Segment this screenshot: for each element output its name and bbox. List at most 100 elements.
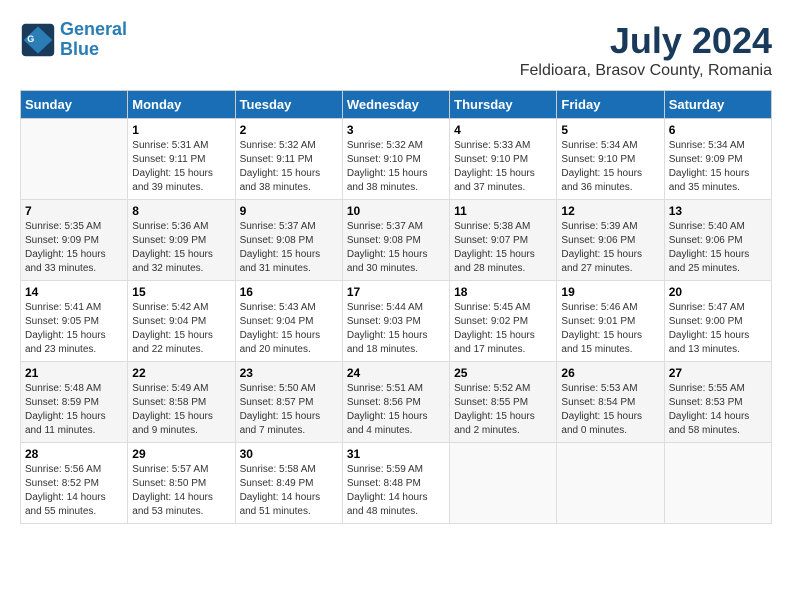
calendar-cell [664, 443, 771, 524]
day-number: 18 [454, 285, 552, 299]
calendar-cell: 4 Sunrise: 5:33 AM Sunset: 9:10 PM Daylig… [450, 119, 557, 200]
calendar-cell: 27 Sunrise: 5:55 AM Sunset: 8:53 PM Dayli… [664, 362, 771, 443]
day-info: Sunrise: 5:37 AM Sunset: 9:08 PM Dayligh… [347, 220, 445, 276]
col-saturday: Saturday [664, 91, 771, 119]
day-number: 30 [240, 447, 338, 461]
day-number: 15 [132, 285, 230, 299]
calendar-cell: 21Sunrise: 5:48 AM Sunset: 8:59 PM Dayli… [21, 362, 128, 443]
day-info: Sunrise: 5:58 AM Sunset: 8:49 PM Dayligh… [240, 463, 338, 519]
day-info: Sunrise: 5:55 AM Sunset: 8:53 PM Dayligh… [669, 382, 767, 438]
day-number: 23 [240, 366, 338, 380]
day-info: Sunrise: 5:56 AM Sunset: 8:52 PM Dayligh… [25, 463, 123, 519]
day-number: 9 [240, 204, 338, 218]
day-number: 22 [132, 366, 230, 380]
day-number: 4 [454, 123, 552, 137]
day-info: Sunrise: 5:52 AM Sunset: 8:55 PM Dayligh… [454, 382, 552, 438]
calendar-week-1: 1 Sunrise: 5:31 AM Sunset: 9:11 PM Daylig… [21, 119, 772, 200]
calendar-cell: 2 Sunrise: 5:32 AM Sunset: 9:11 PM Daylig… [235, 119, 342, 200]
col-monday: Monday [128, 91, 235, 119]
calendar-cell: 16Sunrise: 5:43 AM Sunset: 9:04 PM Dayli… [235, 281, 342, 362]
logo: G General Blue [20, 20, 127, 60]
logo-icon: G [20, 22, 56, 58]
day-number: 2 [240, 123, 338, 137]
calendar-cell: 29Sunrise: 5:57 AM Sunset: 8:50 PM Dayli… [128, 443, 235, 524]
day-info: Sunrise: 5:32 AM Sunset: 9:11 PM Dayligh… [240, 139, 338, 195]
day-number: 24 [347, 366, 445, 380]
calendar-body: 1 Sunrise: 5:31 AM Sunset: 9:11 PM Daylig… [21, 119, 772, 524]
day-info: Sunrise: 5:39 AM Sunset: 9:06 PM Dayligh… [561, 220, 659, 276]
col-sunday: Sunday [21, 91, 128, 119]
day-number: 7 [25, 204, 123, 218]
calendar-cell: 26 Sunrise: 5:53 AM Sunset: 8:54 PM Dayli… [557, 362, 664, 443]
calendar-cell: 8 Sunrise: 5:36 AM Sunset: 9:09 PM Daylig… [128, 200, 235, 281]
day-info: Sunrise: 5:53 AM Sunset: 8:54 PM Dayligh… [561, 382, 659, 438]
calendar-week-3: 14Sunrise: 5:41 AM Sunset: 9:05 PM Dayli… [21, 281, 772, 362]
day-info: Sunrise: 5:43 AM Sunset: 9:04 PM Dayligh… [240, 301, 338, 357]
day-number: 28 [25, 447, 123, 461]
day-number: 6 [669, 123, 767, 137]
day-info: Sunrise: 5:35 AM Sunset: 9:09 PM Dayligh… [25, 220, 123, 276]
day-number: 31 [347, 447, 445, 461]
day-number: 27 [669, 366, 767, 380]
calendar-cell: 23 Sunrise: 5:50 AM Sunset: 8:57 PM Dayli… [235, 362, 342, 443]
day-info: Sunrise: 5:33 AM Sunset: 9:10 PM Dayligh… [454, 139, 552, 195]
day-info: Sunrise: 5:51 AM Sunset: 8:56 PM Dayligh… [347, 382, 445, 438]
main-title: July 2024 [520, 20, 772, 62]
calendar-week-2: 7 Sunrise: 5:35 AM Sunset: 9:09 PM Daylig… [21, 200, 772, 281]
calendar-header: Sunday Monday Tuesday Wednesday Thursday… [21, 91, 772, 119]
title-area: July 2024 Feldioara, Brasov County, Roma… [520, 20, 772, 80]
day-number: 5 [561, 123, 659, 137]
day-number: 25 [454, 366, 552, 380]
calendar-cell: 25 Sunrise: 5:52 AM Sunset: 8:55 PM Dayli… [450, 362, 557, 443]
calendar-cell: 5 Sunrise: 5:34 AM Sunset: 9:10 PM Daylig… [557, 119, 664, 200]
day-info: Sunrise: 5:40 AM Sunset: 9:06 PM Dayligh… [669, 220, 767, 276]
calendar-cell: 15Sunrise: 5:42 AM Sunset: 9:04 PM Dayli… [128, 281, 235, 362]
logo-text-line2: Blue [60, 40, 127, 60]
calendar-cell: 22 Sunrise: 5:49 AM Sunset: 8:58 PM Dayli… [128, 362, 235, 443]
day-info: Sunrise: 5:50 AM Sunset: 8:57 PM Dayligh… [240, 382, 338, 438]
calendar-cell: 31Sunrise: 5:59 AM Sunset: 8:48 PM Dayli… [342, 443, 449, 524]
day-info: Sunrise: 5:34 AM Sunset: 9:10 PM Dayligh… [561, 139, 659, 195]
col-wednesday: Wednesday [342, 91, 449, 119]
calendar-cell [450, 443, 557, 524]
day-info: Sunrise: 5:47 AM Sunset: 9:00 PM Dayligh… [669, 301, 767, 357]
day-info: Sunrise: 5:31 AM Sunset: 9:11 PM Dayligh… [132, 139, 230, 195]
subtitle: Feldioara, Brasov County, Romania [520, 62, 772, 80]
col-friday: Friday [557, 91, 664, 119]
col-tuesday: Tuesday [235, 91, 342, 119]
calendar-cell: 14Sunrise: 5:41 AM Sunset: 9:05 PM Dayli… [21, 281, 128, 362]
day-info: Sunrise: 5:37 AM Sunset: 9:08 PM Dayligh… [240, 220, 338, 276]
calendar-cell: 6Sunrise: 5:34 AM Sunset: 9:09 PM Daylig… [664, 119, 771, 200]
day-number: 13 [669, 204, 767, 218]
calendar-cell: 20 Sunrise: 5:47 AM Sunset: 9:00 PM Dayli… [664, 281, 771, 362]
day-number: 19 [561, 285, 659, 299]
day-number: 20 [669, 285, 767, 299]
calendar-cell: 28 Sunrise: 5:56 AM Sunset: 8:52 PM Dayli… [21, 443, 128, 524]
day-info: Sunrise: 5:41 AM Sunset: 9:05 PM Dayligh… [25, 301, 123, 357]
calendar-cell: 11 Sunrise: 5:38 AM Sunset: 9:07 PM Dayli… [450, 200, 557, 281]
day-number: 1 [132, 123, 230, 137]
logo-text-line1: General [60, 20, 127, 40]
calendar-cell: 19Sunrise: 5:46 AM Sunset: 9:01 PM Dayli… [557, 281, 664, 362]
calendar-cell: 17Sunrise: 5:44 AM Sunset: 9:03 PM Dayli… [342, 281, 449, 362]
day-info: Sunrise: 5:44 AM Sunset: 9:03 PM Dayligh… [347, 301, 445, 357]
calendar-cell: 10 Sunrise: 5:37 AM Sunset: 9:08 PM Dayli… [342, 200, 449, 281]
day-info: Sunrise: 5:45 AM Sunset: 9:02 PM Dayligh… [454, 301, 552, 357]
day-info: Sunrise: 5:38 AM Sunset: 9:07 PM Dayligh… [454, 220, 552, 276]
day-number: 26 [561, 366, 659, 380]
day-info: Sunrise: 5:36 AM Sunset: 9:09 PM Dayligh… [132, 220, 230, 276]
day-info: Sunrise: 5:49 AM Sunset: 8:58 PM Dayligh… [132, 382, 230, 438]
day-info: Sunrise: 5:57 AM Sunset: 8:50 PM Dayligh… [132, 463, 230, 519]
day-number: 21 [25, 366, 123, 380]
col-thursday: Thursday [450, 91, 557, 119]
day-number: 11 [454, 204, 552, 218]
day-number: 8 [132, 204, 230, 218]
calendar-cell: 18 Sunrise: 5:45 AM Sunset: 9:02 PM Dayli… [450, 281, 557, 362]
day-number: 3 [347, 123, 445, 137]
svg-text:G: G [27, 34, 34, 44]
day-info: Sunrise: 5:32 AM Sunset: 9:10 PM Dayligh… [347, 139, 445, 195]
calendar-cell [21, 119, 128, 200]
day-number: 10 [347, 204, 445, 218]
header-row: Sunday Monday Tuesday Wednesday Thursday… [21, 91, 772, 119]
calendar-cell: 12Sunrise: 5:39 AM Sunset: 9:06 PM Dayli… [557, 200, 664, 281]
